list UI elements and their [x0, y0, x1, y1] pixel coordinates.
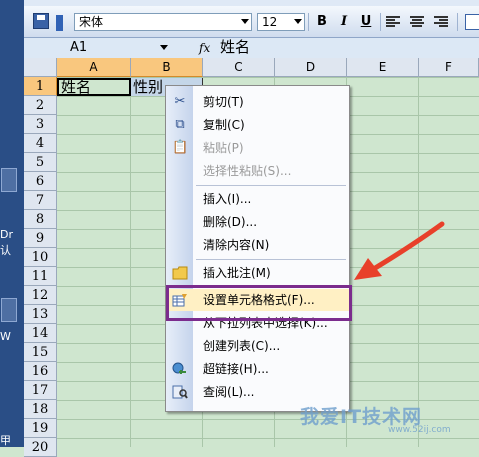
- row-header[interactable]: 6: [24, 172, 57, 191]
- font-size-select[interactable]: 12: [257, 13, 305, 31]
- underline-button[interactable]: U: [356, 13, 376, 31]
- save-icon[interactable]: [32, 12, 50, 30]
- column-header-b[interactable]: B: [131, 58, 203, 77]
- formula-input[interactable]: 姓名: [220, 38, 250, 57]
- desktop-icon[interactable]: [1, 168, 17, 192]
- chevron-down-icon[interactable]: [294, 19, 302, 24]
- menu-item-label: 查阅(L)...: [203, 385, 255, 399]
- desktop-label: W: [0, 330, 11, 343]
- toolbar-separator: [308, 13, 309, 31]
- menu-separator: [196, 259, 346, 260]
- scissors-icon: ✂: [174, 94, 186, 109]
- row-header[interactable]: 1: [24, 77, 57, 96]
- font-name-value: 宋体: [79, 15, 104, 29]
- formula-bar: A1 fx 姓名: [24, 38, 479, 59]
- desktop-icon[interactable]: [1, 298, 17, 322]
- grid-line: [130, 77, 131, 447]
- row-header[interactable]: 2: [24, 96, 57, 115]
- desktop-label: Dr: [0, 228, 13, 241]
- row-header[interactable]: 20: [24, 438, 57, 457]
- highlight-box: [166, 285, 352, 321]
- research-icon: [172, 385, 188, 399]
- menu-item-label: 插入批注(M): [203, 266, 271, 280]
- desktop-label: 甲: [0, 434, 11, 447]
- column-header-a[interactable]: A: [57, 58, 131, 77]
- desktop-label: 认: [0, 244, 11, 257]
- italic-button[interactable]: I: [334, 13, 354, 31]
- row-header[interactable]: 4: [24, 134, 57, 153]
- merge-center-icon[interactable]: [465, 14, 479, 30]
- toolbar-separator: [457, 13, 458, 31]
- row-header[interactable]: 12: [24, 286, 57, 305]
- chevron-down-icon[interactable]: [160, 45, 168, 50]
- insert-function-icon[interactable]: fx: [199, 39, 210, 57]
- font-size-value: 12: [262, 15, 278, 29]
- menu-item-label: 插入(I)...: [203, 192, 252, 206]
- menu-item-label: 粘贴(P): [203, 141, 244, 155]
- copy-icon: ⧉: [175, 117, 185, 132]
- row-header[interactable]: 9: [24, 229, 57, 248]
- row-header[interactable]: 14: [24, 324, 57, 343]
- column-header-f[interactable]: F: [419, 58, 479, 77]
- menu-item-label: 创建列表(C)...: [203, 339, 281, 353]
- align-center-icon[interactable]: [410, 16, 424, 28]
- menu-item-paste[interactable]: 📋 粘贴(P): [166, 137, 349, 159]
- menu-item-label: 删除(D)...: [203, 215, 258, 229]
- font-name-select[interactable]: 宋体: [74, 13, 252, 31]
- align-left-icon[interactable]: [386, 16, 400, 28]
- row-header[interactable]: 7: [24, 191, 57, 210]
- row-header[interactable]: 19: [24, 419, 57, 438]
- menu-item-label: 超链接(H)...: [203, 362, 269, 376]
- menu-item-create-list[interactable]: 创建列表(C)...: [166, 335, 349, 357]
- hyperlink-icon: [172, 362, 188, 376]
- row-header[interactable]: 11: [24, 267, 57, 286]
- row-header[interactable]: 16: [24, 362, 57, 381]
- menu-item-clear-contents[interactable]: 清除内容(N): [166, 234, 349, 256]
- toolbar-options-icon[interactable]: [56, 15, 63, 31]
- row-header[interactable]: 10: [24, 248, 57, 267]
- menu-item-paste-special[interactable]: 选择性粘贴(S)...: [166, 160, 349, 182]
- desktop-strip: Dr 认 W 甲: [0, 0, 24, 447]
- toolbar-separator: [380, 13, 381, 31]
- menu-item-copy[interactable]: ⧉ 复制(C): [166, 114, 349, 136]
- context-menu: ✂ 剪切(T) ⧉ 复制(C) 📋 粘贴(P) 选择性粘贴(S)... 插入(I…: [165, 85, 350, 412]
- menu-item-delete[interactable]: 删除(D)...: [166, 211, 349, 233]
- watermark-site: www.52ij.com: [388, 425, 451, 435]
- row-header[interactable]: 18: [24, 400, 57, 419]
- menu-item-label: 清除内容(N): [203, 238, 270, 252]
- name-box[interactable]: A1: [48, 39, 176, 56]
- formatting-toolbar: 宋体 12 B I U: [24, 6, 479, 38]
- menu-item-hyperlink[interactable]: 超链接(H)...: [166, 358, 349, 380]
- row-header[interactable]: 8: [24, 210, 57, 229]
- row-header[interactable]: 5: [24, 153, 57, 172]
- menu-separator: [196, 185, 346, 186]
- row-header[interactable]: 13: [24, 305, 57, 324]
- cell-a1[interactable]: 姓名: [57, 78, 131, 96]
- menu-item-cut[interactable]: ✂ 剪切(T): [166, 91, 349, 113]
- paste-icon: 📋: [172, 140, 189, 155]
- comment-icon: [172, 266, 188, 280]
- align-right-icon[interactable]: [434, 16, 448, 28]
- row-header[interactable]: 15: [24, 343, 57, 362]
- menu-item-label: 复制(C): [203, 118, 245, 132]
- column-header-e[interactable]: E: [347, 58, 419, 77]
- column-header-d[interactable]: D: [275, 58, 347, 77]
- menu-item-insert[interactable]: 插入(I)...: [166, 188, 349, 210]
- menu-item-insert-comment[interactable]: 插入批注(M): [166, 262, 349, 284]
- chevron-down-icon[interactable]: [241, 19, 249, 24]
- annotation-arrow-icon: [354, 221, 445, 280]
- menu-item-research[interactable]: 查阅(L)...: [166, 381, 349, 403]
- column-header-c[interactable]: C: [203, 58, 275, 77]
- select-all-corner[interactable]: [24, 58, 57, 77]
- bold-button[interactable]: B: [312, 13, 332, 31]
- menu-item-label: 剪切(T): [203, 95, 244, 109]
- row-header[interactable]: 3: [24, 115, 57, 134]
- menu-item-label: 选择性粘贴(S)...: [203, 164, 292, 178]
- name-box-value: A1: [70, 40, 88, 55]
- row-header[interactable]: 17: [24, 381, 57, 400]
